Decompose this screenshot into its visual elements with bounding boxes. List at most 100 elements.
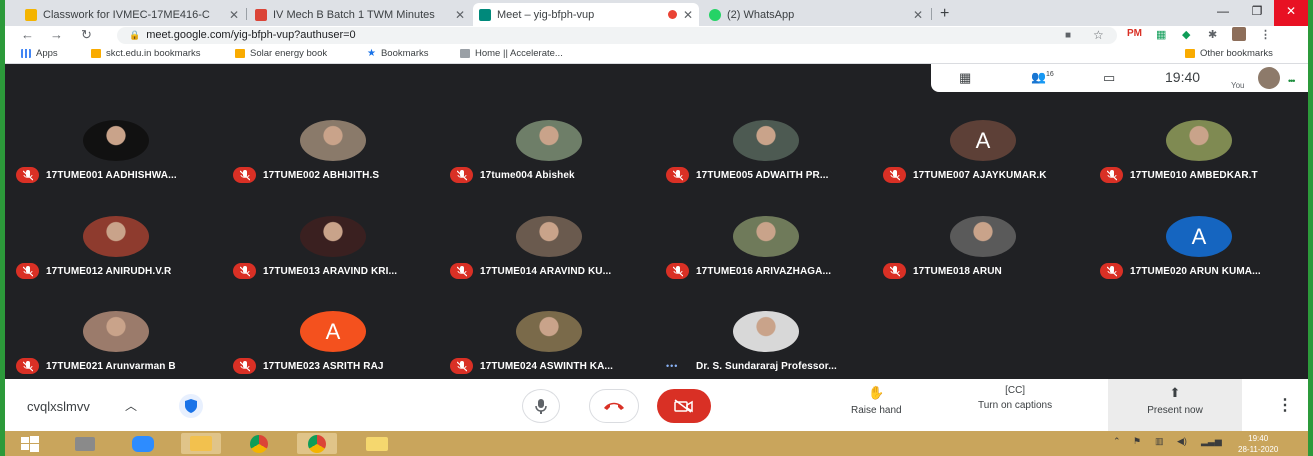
close-tab-icon[interactable]: ✕	[455, 8, 465, 22]
participant-avatar	[83, 216, 149, 257]
tab-whatsapp[interactable]: (2) WhatsApp ✕	[703, 3, 929, 26]
close-window-button[interactable]: ✕	[1274, 0, 1308, 26]
extensions-puzzle-icon[interactable]: ✱	[1208, 28, 1217, 41]
participant-name: 17TUME001 AADHISHWA...	[46, 169, 177, 181]
close-tab-icon[interactable]: ✕	[913, 8, 923, 22]
meeting-details-grid-icon[interactable]: ▦	[959, 70, 971, 86]
close-tab-icon[interactable]: ✕	[229, 8, 239, 22]
bookmark-bookmarks[interactable]: ★ Bookmarks	[367, 48, 428, 59]
taskbar-app-files[interactable]	[65, 433, 105, 454]
tab-gmail[interactable]: IV Mech B Batch 1 TWM Minutes ✕	[249, 3, 471, 26]
profile-avatar[interactable]	[1232, 27, 1246, 41]
camera-indicator-icon[interactable]: ■	[1065, 27, 1071, 44]
participant-avatar	[733, 311, 799, 352]
meeting-clock: 19:40	[1165, 69, 1201, 85]
forward-button[interactable]: →	[50, 27, 63, 42]
tab-meet[interactable]: Meet – yig-bfph-vup ✕	[473, 3, 699, 26]
mic-muted-icon	[450, 358, 473, 374]
chrome-icon	[308, 434, 326, 453]
participant-name: 17TUME014 ARAVIND KU...	[480, 265, 612, 277]
sheets-extension-icon[interactable]: ▦	[1156, 28, 1166, 41]
page-icon	[460, 49, 470, 58]
participant-name: 17TUME007 AJAYKUMAR.K	[913, 169, 1047, 181]
participant-avatar: A	[300, 311, 366, 352]
participant-name-bar: 17TUME014 ARAVIND KU...	[450, 263, 611, 279]
browser-menu-icon[interactable]: ⋮	[1260, 28, 1271, 41]
meeting-info-panel: ▦ 👥16 ▭ 19:40 You •••	[931, 64, 1308, 92]
new-tab-button[interactable]: +	[940, 5, 949, 23]
participant-avatar	[1166, 120, 1232, 161]
microphone-toggle-button[interactable]	[522, 389, 560, 423]
chrome-icon	[250, 434, 268, 453]
audio-level-icon: •••	[666, 361, 679, 371]
participant-name-bar: 17TUME016 ARIVAZHAGA...	[666, 263, 831, 279]
show-hidden-icons-icon[interactable]: ⌃	[1113, 436, 1121, 447]
window-controls: — ❐ ✕	[1206, 0, 1308, 26]
taskbar-zoom[interactable]	[123, 433, 163, 454]
taskbar-app[interactable]	[357, 433, 397, 454]
back-button[interactable]: ←	[21, 27, 34, 42]
mic-muted-icon	[16, 167, 39, 183]
signal-icon[interactable]: ▂▃▅	[1201, 436, 1222, 447]
network-icon[interactable]: ▥	[1155, 436, 1164, 447]
raise-hand-button[interactable]: ✋ Raise hand	[851, 385, 902, 416]
flag-icon[interactable]: ⚑	[1133, 436, 1141, 447]
reload-button[interactable]: ↻	[81, 27, 92, 43]
folder-icon	[91, 49, 101, 58]
star-icon: ★	[367, 48, 376, 59]
participants-button[interactable]: 👥16	[1031, 70, 1054, 84]
tab-classwork[interactable]: Classwork for IVMEC-17ME416-C ✕	[19, 3, 245, 26]
more-options-icon[interactable]: ⋮	[1277, 395, 1293, 415]
participant-name: 17TUME013 ARAVIND KRI...	[263, 265, 398, 277]
taskbar-clock[interactable]: 19:40 28-11-2020	[1238, 433, 1278, 455]
url-text: meet.google.com/yig-bfph-vup?authuser=0	[146, 29, 356, 41]
windows-taskbar: ⌃ ⚑ ▥ ◀) ▂▃▅ 19:40 28-11-2020	[5, 431, 1308, 456]
chat-icon[interactable]: ▭	[1103, 70, 1115, 86]
avatar-initial: A	[1191, 223, 1207, 249]
camera-toggle-button[interactable]	[657, 389, 711, 423]
participant-name-bar: 17TUME020 ARUN KUMA...	[1100, 263, 1261, 279]
close-tab-icon[interactable]: ✕	[683, 8, 693, 22]
bookmark-star-icon[interactable]: ☆	[1093, 27, 1104, 44]
restore-button[interactable]: ❐	[1240, 0, 1274, 26]
meet-favicon-icon	[479, 8, 491, 21]
bookmark-apps[interactable]: Apps	[21, 48, 58, 59]
meeting-code[interactable]: cvqlxslmvv	[27, 399, 90, 414]
chevron-up-icon[interactable]: ︿	[125, 397, 137, 414]
microphone-icon	[535, 399, 547, 414]
meet-stage: ▦ 👥16 ▭ 19:40 You ••• 17TUME001 AADHISHW…	[5, 64, 1308, 379]
taskbar-chrome-active[interactable]	[297, 433, 337, 454]
pm-extension-icon[interactable]: PM	[1127, 28, 1142, 39]
minimize-button[interactable]: —	[1206, 0, 1240, 26]
bookmark-solar[interactable]: Solar energy book	[235, 48, 327, 59]
bookmark-home-accelerate[interactable]: Home || Accelerate...	[460, 48, 563, 59]
taskbar-chrome[interactable]	[239, 433, 279, 454]
extension-icon[interactable]: ◆	[1182, 28, 1190, 41]
other-bookmarks[interactable]: Other bookmarks	[1185, 48, 1273, 59]
taskbar-file-explorer[interactable]	[181, 433, 221, 454]
leave-call-button[interactable]	[589, 389, 639, 423]
mic-muted-icon	[233, 263, 256, 279]
captions-button[interactable]: [CC] Turn on captions	[978, 385, 1052, 411]
captions-icon: [CC]	[1005, 385, 1026, 396]
bookmark-skct[interactable]: skct.edu.in bookmarks	[91, 48, 201, 59]
participant-name-bar: 17TUME012 ANIRUDH.V.R	[16, 263, 171, 279]
folder-icon	[235, 49, 245, 58]
participant-name: 17TUME012 ANIRUDH.V.R	[46, 265, 172, 277]
participant-name: Dr. S. Sundararaj Professor...	[696, 360, 837, 372]
folder-icon	[190, 436, 212, 451]
mic-muted-icon	[16, 358, 39, 374]
address-bar[interactable]: 🔒 meet.google.com/yig-bfph-vup?authuser=0…	[117, 27, 1117, 44]
participant-avatar	[83, 120, 149, 161]
avatar-initial: A	[975, 127, 991, 153]
participant-avatar	[300, 120, 366, 161]
participant-avatar	[516, 216, 582, 257]
present-now-button[interactable]: ⬆ Present now	[1108, 379, 1242, 431]
hang-up-icon	[604, 402, 624, 410]
start-button[interactable]	[10, 433, 50, 454]
volume-icon[interactable]: ◀)	[1177, 436, 1187, 447]
participant-name: 17tume004 Abishek	[480, 169, 575, 181]
host-controls-shield-icon[interactable]	[179, 394, 203, 418]
participant-name-bar: 17TUME024 ASWINTH KA...	[450, 358, 613, 374]
more-options-dots-icon[interactable]: •••	[1288, 76, 1296, 86]
